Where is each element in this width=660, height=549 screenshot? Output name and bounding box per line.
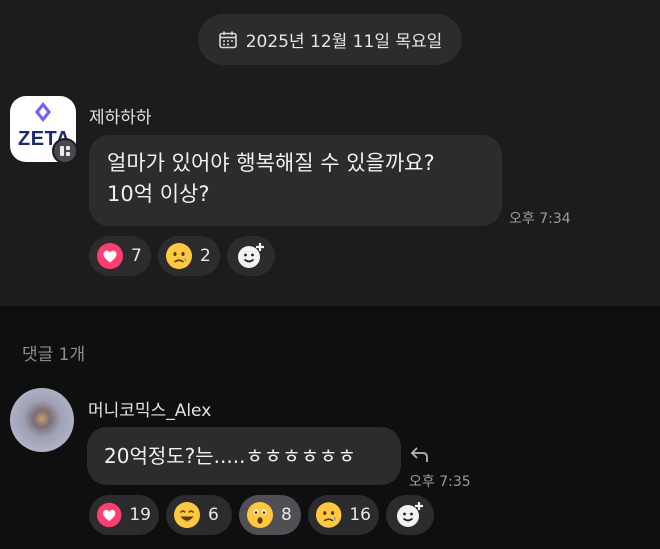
post-message-bubble[interactable]: 얼마가 있어야 행복해질 수 있을까요? 10억 이상? (89, 135, 502, 226)
reaction-count: 19 (129, 505, 151, 525)
add-reaction-button[interactable] (386, 495, 434, 535)
heart-icon (97, 243, 123, 269)
reply-arrow-icon[interactable] (410, 446, 430, 464)
reaction-sad[interactable]: 2 (158, 236, 220, 276)
date-text: 2025년 12월 11일 목요일 (245, 32, 443, 52)
commenter-avatar[interactable] (10, 388, 74, 452)
add-reaction-icon (238, 243, 264, 268)
sad-face-icon (166, 243, 192, 269)
add-reaction-button[interactable] (227, 236, 275, 276)
reaction-count: 7 (131, 246, 142, 266)
heart-icon (96, 502, 122, 528)
channel-badge-icon (52, 138, 78, 164)
calendar-icon (218, 31, 237, 48)
reaction-count: 8 (281, 505, 292, 525)
reaction-laugh[interactable]: 6 (166, 495, 232, 535)
reaction-heart[interactable]: 19 (89, 495, 159, 535)
surprised-face-icon (247, 502, 273, 528)
post-author-name: 제하하하 (89, 108, 152, 128)
reaction-surprised[interactable]: 8 (239, 495, 301, 535)
reaction-count: 16 (349, 505, 371, 525)
comment-message-bubble[interactable]: 20억정도?는.....ㅎㅎㅎㅎㅎㅎ (87, 427, 401, 485)
post-timestamp: 오후 7:34 (509, 211, 571, 227)
reaction-count: 6 (208, 505, 219, 525)
post-message-line-1: 얼마가 있어야 행복해질 수 있을까요? (107, 151, 435, 175)
post-message-line-2: 10억 이상? (107, 182, 210, 206)
comment-timestamp: 오후 7:35 (409, 474, 471, 490)
laughing-face-icon (174, 502, 200, 528)
comment-text: 20억정도?는.....ㅎㅎㅎㅎㅎㅎ (104, 444, 356, 468)
reaction-sad[interactable]: 16 (308, 495, 379, 535)
reaction-heart[interactable]: 7 (89, 236, 151, 276)
add-reaction-icon (397, 502, 423, 527)
date-header: 2025년 12월 11일 목요일 (198, 14, 462, 65)
commenter-name: 머니코믹스_Alex (88, 401, 212, 421)
reaction-count: 2 (200, 246, 211, 266)
comment-count-label: 댓글 1개 (22, 345, 86, 365)
post-section: 2025년 12월 11일 목요일 ZETA 제하하하 얼마가 있어야 행복해질… (0, 0, 660, 306)
sad-face-icon (315, 502, 342, 528)
